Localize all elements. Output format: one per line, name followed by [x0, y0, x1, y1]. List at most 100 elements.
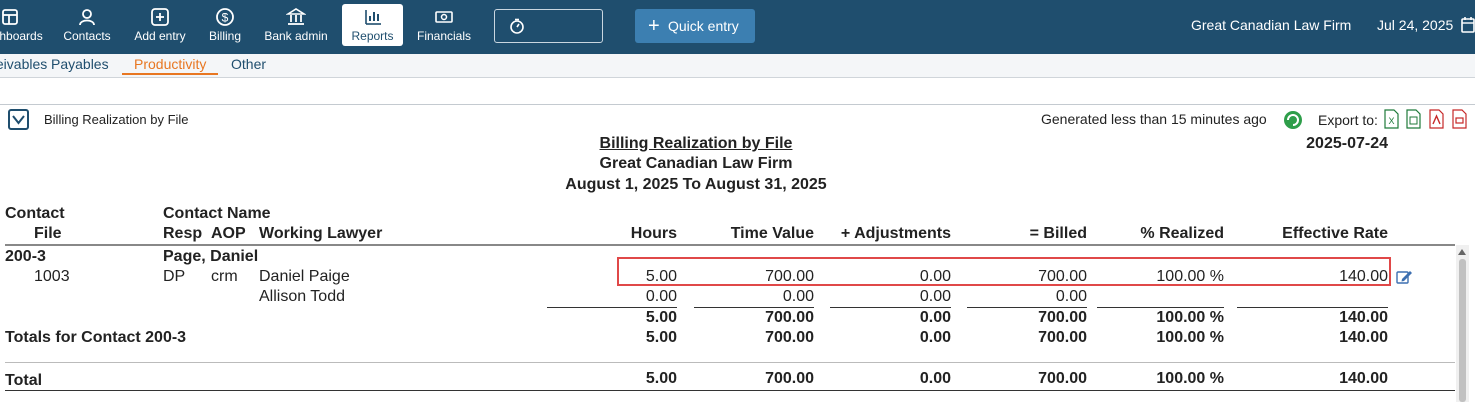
- row-time-value: 0.00: [782, 288, 814, 305]
- firm-name: Great Canadian Law Firm: [1191, 17, 1352, 33]
- svg-text:X: X: [1388, 116, 1394, 126]
- grand-total-realized: 100.00 %: [1156, 370, 1224, 387]
- calendar-icon[interactable]: [1461, 16, 1475, 34]
- current-date: Jul 24, 2025: [1377, 17, 1454, 33]
- header-divider: [5, 244, 1455, 246]
- col-billed: = Billed: [1029, 225, 1087, 242]
- col-working-lawyer: Working Lawyer: [259, 225, 383, 242]
- financials-icon: [435, 11, 453, 23]
- contact-total-time-value: 700.00: [765, 329, 814, 346]
- col-hours: Hours: [630, 225, 677, 242]
- col-realized: % Realized: [1140, 225, 1224, 242]
- nav-dashboards[interactable]: Dashboards: [0, 4, 43, 46]
- col-resp: Resp: [163, 225, 203, 242]
- contact-name: Page, Daniel: [163, 248, 259, 265]
- quick-entry-button[interactable]: + Quick entry: [635, 9, 755, 43]
- csv-export-icon[interactable]: [1406, 109, 1421, 129]
- contact-total-rate: 140.00: [1339, 329, 1388, 346]
- row-adjustments: 0.00: [919, 288, 951, 305]
- dashboard-icon: [2, 9, 18, 25]
- tab-receivables[interactable]: Receivables: [0, 56, 47, 72]
- row-billed: 0.00: [1055, 288, 1087, 305]
- tab-payables[interactable]: Payables: [51, 56, 109, 72]
- subtotal-rule: [1097, 307, 1224, 308]
- col-contact: Contact: [5, 205, 65, 222]
- subtotal-adjustments: 0.00: [919, 309, 951, 326]
- contact-total-label: Totals for Contact 200-3: [5, 329, 187, 346]
- col-aop: AOP: [211, 225, 246, 242]
- grand-total-time-value: 700.00: [765, 370, 814, 387]
- contact-total-hours: 5.00: [645, 329, 677, 346]
- row-lawyer: Daniel Paige: [259, 268, 350, 285]
- grand-total-adjustments: 0.00: [919, 370, 951, 387]
- top-nav-bar: Dashboards Contacts Add entry $ Billing …: [0, 0, 1475, 54]
- bank-icon: [286, 8, 306, 25]
- nav-bank-admin[interactable]: Bank admin: [260, 4, 332, 46]
- col-contact-name: Contact Name: [163, 205, 271, 222]
- report-name: Billing Realization by File: [44, 112, 189, 127]
- col-time-value: Time Value: [730, 225, 814, 242]
- nav-label: Contacts: [63, 29, 111, 43]
- subtotal-rule: [967, 307, 1087, 308]
- row-resp: DP: [163, 268, 186, 285]
- subtotal-time-value: 700.00: [765, 309, 814, 326]
- nav-label: Bank admin: [264, 29, 328, 43]
- contact-total-realized: 100.00 %: [1156, 329, 1224, 346]
- add-entry-icon: [151, 8, 169, 26]
- contact-id: 200-3: [5, 248, 46, 265]
- nav-label: Billing: [208, 29, 241, 43]
- generated-status: Generated less than 15 minutes ago: [1041, 111, 1267, 127]
- subtotal-hours: 5.00: [645, 309, 677, 326]
- refresh-icon[interactable]: [1282, 109, 1304, 131]
- contact-total-billed: 700.00: [1038, 329, 1087, 346]
- row-aop: crm: [211, 268, 238, 285]
- billing-icon: $: [216, 8, 234, 26]
- contact-total-adjustments: 0.00: [919, 329, 951, 346]
- stopwatch-icon: [510, 18, 524, 34]
- scroll-thumb[interactable]: [1459, 259, 1466, 402]
- chevron-down-icon: [12, 115, 25, 125]
- grand-total-label: Total: [5, 372, 43, 389]
- report-category-tabs: Receivables Payables Productivity Other: [0, 54, 1475, 78]
- report-title: Billing Realization by File: [599, 135, 793, 152]
- nav-label: Dashboards: [0, 29, 43, 43]
- tab-other[interactable]: Other: [231, 56, 266, 72]
- vertical-scrollbar[interactable]: [1456, 245, 1469, 402]
- nav-contacts[interactable]: Contacts: [58, 4, 116, 46]
- pdf-export-icon[interactable]: [1429, 109, 1444, 129]
- nav-financials[interactable]: Financials: [412, 4, 476, 46]
- nav-label: Reports: [351, 29, 394, 43]
- subtotal-realized: 100.00 %: [1156, 309, 1224, 326]
- tab-productivity[interactable]: Productivity: [122, 56, 219, 75]
- grand-total-rule: [5, 390, 1455, 391]
- subtotal-billed: 700.00: [1038, 309, 1087, 326]
- subtotal-rule: [830, 307, 951, 308]
- subtotal-rule: [1237, 307, 1388, 308]
- quick-entry-label: Quick entry: [668, 18, 739, 34]
- col-file: File: [34, 225, 62, 242]
- timer-button[interactable]: [494, 9, 603, 43]
- col-adjustments: + Adjustments: [840, 225, 951, 242]
- grand-total-hours: 5.00: [645, 370, 677, 387]
- export-label: Export to:: [1318, 112, 1378, 128]
- grand-total-billed: 700.00: [1038, 370, 1087, 387]
- collapse-button[interactable]: [8, 109, 29, 130]
- edit-icon[interactable]: [1396, 269, 1413, 284]
- svg-text:$: $: [222, 11, 229, 25]
- report-period: August 1, 2025 To August 31, 2025: [565, 176, 827, 193]
- nav-billing[interactable]: $ Billing: [202, 4, 248, 46]
- nav-add-entry[interactable]: Add entry: [129, 4, 191, 46]
- reports-icon: [364, 10, 381, 25]
- report-date: 2025-07-24: [1306, 135, 1388, 152]
- total-divider: [5, 362, 1455, 363]
- print-export-icon[interactable]: [1452, 109, 1467, 129]
- row-lawyer: Allison Todd: [259, 288, 345, 305]
- highlighted-row-outline: [617, 257, 1391, 286]
- nav-reports[interactable]: Reports: [342, 4, 403, 46]
- subtotal-rate: 140.00: [1339, 309, 1388, 326]
- scroll-up-icon[interactable]: [1458, 249, 1466, 255]
- row-file[interactable]: 1003: [34, 268, 70, 286]
- excel-export-icon[interactable]: X: [1384, 109, 1399, 129]
- row-hours: 0.00: [645, 288, 677, 305]
- nav-label: Financials: [416, 29, 472, 43]
